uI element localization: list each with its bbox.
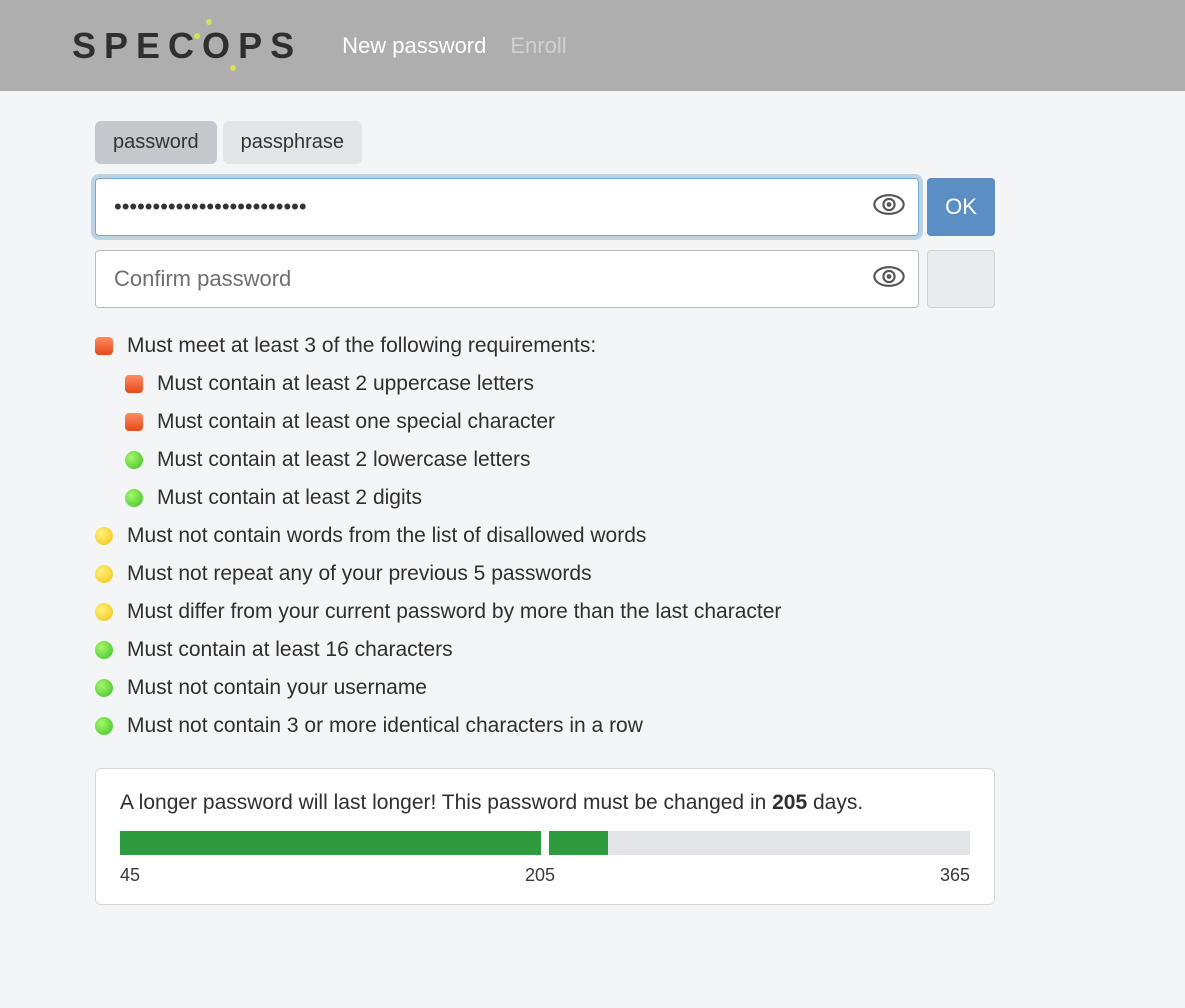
rule-text: Must contain at least 2 digits (157, 486, 422, 510)
status-icon (95, 337, 113, 355)
status-icon (95, 679, 113, 697)
rule-text: Must contain at least 16 characters (127, 638, 453, 662)
ok-button[interactable]: OK (927, 178, 995, 236)
confirm-input-wrap (95, 250, 919, 308)
rule-item: Must not contain 3 or more identical cha… (95, 714, 995, 738)
rules-header: Must meet at least 3 of the following re… (95, 334, 995, 358)
status-icon (125, 451, 143, 469)
rule-text: Must not contain your username (127, 676, 427, 700)
longevity-max: 365 (940, 865, 970, 886)
password-type-tabs: password passphrase (95, 121, 995, 164)
confirm-ok-button[interactable] (927, 250, 995, 308)
longevity-suffix: days. (807, 791, 863, 814)
nav-new-password[interactable]: New password (342, 33, 486, 59)
rule-item: Must contain at least 2 lowercase letter… (125, 448, 995, 472)
rule-item: Must not repeat any of your previous 5 p… (95, 562, 995, 586)
password-longevity-box: A longer password will last longer! This… (95, 768, 995, 905)
password-input-wrap (95, 178, 919, 236)
header-nav: New password Enroll (342, 33, 567, 59)
rule-item: Must differ from your current password b… (95, 600, 995, 624)
password-input[interactable] (95, 178, 919, 236)
longevity-message: A longer password will last longer! This… (120, 791, 970, 815)
rule-item: Must not contain words from the list of … (95, 524, 995, 548)
rule-text: Must not repeat any of your previous 5 p… (127, 562, 592, 586)
rule-item: Must not contain your username (95, 676, 995, 700)
app-header: SPECOPS New password Enroll (0, 0, 1185, 91)
longevity-bar-labels: 45 205 365 (120, 865, 970, 886)
rule-text: Must contain at least one special charac… (157, 410, 555, 434)
status-icon (95, 603, 113, 621)
status-icon (95, 527, 113, 545)
status-icon (125, 489, 143, 507)
longevity-prefix: A longer password will last longer! This… (120, 791, 772, 814)
status-icon (125, 413, 143, 431)
rule-item: Must contain at least 2 digits (125, 486, 995, 510)
confirm-password-input[interactable] (95, 250, 919, 308)
tab-password[interactable]: password (95, 121, 217, 164)
main-content: password passphrase OK Must meet at leas… (95, 121, 995, 905)
specops-logo: SPECOPS (72, 25, 302, 67)
status-icon (95, 641, 113, 659)
toggle-visibility-password-icon[interactable] (873, 194, 905, 221)
longevity-days: 205 (772, 791, 807, 814)
rules-list: Must meet at least 3 of the following re… (95, 334, 995, 738)
rule-text: Must contain at least 2 uppercase letter… (157, 372, 534, 396)
longevity-bar-seg1 (120, 831, 541, 855)
rule-text: Must not contain words from the list of … (127, 524, 646, 548)
nav-enroll[interactable]: Enroll (510, 33, 566, 59)
toggle-visibility-confirm-icon[interactable] (873, 266, 905, 293)
status-icon (95, 717, 113, 735)
longevity-bar-seg2 (549, 831, 970, 855)
longevity-bar (120, 831, 970, 855)
rule-item: Must contain at least 2 uppercase letter… (125, 372, 995, 396)
longevity-current: 205 (525, 865, 555, 886)
rules-header-text: Must meet at least 3 of the following re… (127, 334, 596, 358)
confirm-password-row (95, 250, 995, 308)
rule-text: Must not contain 3 or more identical cha… (127, 714, 643, 738)
longevity-min: 45 (120, 865, 140, 886)
rule-text: Must differ from your current password b… (127, 600, 781, 624)
password-row: OK (95, 178, 995, 236)
status-icon (95, 565, 113, 583)
status-icon (125, 375, 143, 393)
tab-passphrase[interactable]: passphrase (223, 121, 362, 164)
rule-item: Must contain at least 16 characters (95, 638, 995, 662)
rule-text: Must contain at least 2 lowercase letter… (157, 448, 531, 472)
rule-item: Must contain at least one special charac… (125, 410, 995, 434)
